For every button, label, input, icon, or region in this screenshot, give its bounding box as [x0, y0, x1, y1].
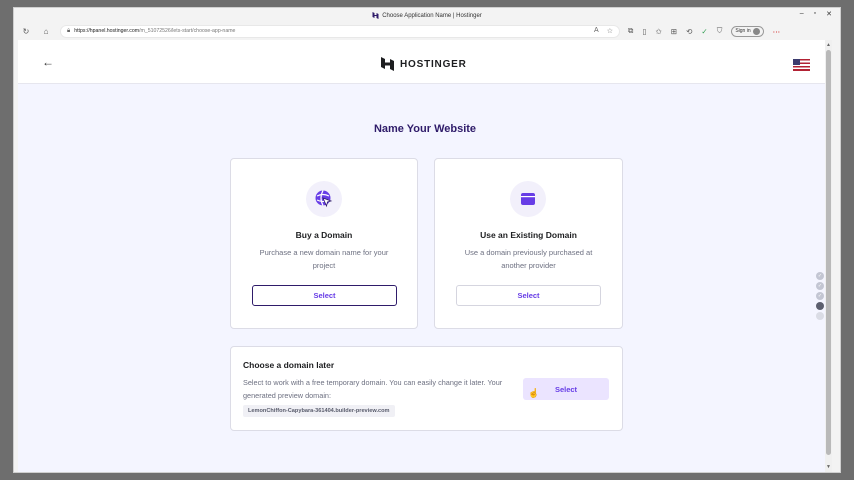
existing-domain-card[interactable]: Use an Existing Domain Use a domain prev…	[434, 158, 623, 329]
extension-green-icon[interactable]: ✓	[701, 27, 707, 36]
hostinger-favicon-icon	[372, 12, 379, 19]
favorite-star-icon[interactable]: ☆	[607, 27, 613, 35]
favorites-icon[interactable]: ✩	[656, 27, 662, 36]
url-host: https://hpanel.hostinger.com	[74, 28, 140, 34]
domain-globe-cursor-icon	[306, 181, 342, 217]
browser-window: Choose Application Name | Hostinger – ▫ …	[13, 7, 841, 473]
us-flag-icon[interactable]	[793, 59, 810, 71]
read-aloud-icon[interactable]: A	[594, 27, 599, 35]
buy-domain-card[interactable]: Buy a Domain Purchase a new domain name …	[230, 158, 418, 329]
page-title: Name Your Website	[373, 123, 477, 135]
step-completed-icon: ✓	[816, 282, 824, 290]
wallet-icon	[510, 181, 546, 217]
existing-domain-description: Use a domain previously purchased at ano…	[464, 248, 593, 270]
sign-in-label: Sign in	[735, 28, 751, 34]
window-controls: – ▫ ✕	[800, 10, 832, 18]
url-field[interactable]: 🔒︎ https://hpanel.hostinger.com/m_510725…	[60, 24, 620, 38]
progress-steps: ✓ ✓ ✓	[816, 272, 824, 320]
scrollbar-thumb[interactable]	[826, 50, 831, 455]
collections-icon[interactable]: ⊞	[671, 27, 677, 36]
address-bar-row: ↻ ⌂ 🔒︎ https://hpanel.hostinger.com/m_51…	[14, 23, 840, 39]
extensions-icon[interactable]: ⧉	[628, 26, 633, 36]
scroll-up-icon[interactable]: ▲	[826, 42, 831, 48]
url-path: /m_51072526/lets-start/choose-app-name	[139, 28, 236, 34]
existing-domain-select-button[interactable]: Select	[456, 285, 601, 306]
step-current-icon	[816, 302, 824, 310]
refresh-icon[interactable]: ↻	[20, 25, 32, 37]
domain-later-description: Select to work with a free temporary dom…	[243, 378, 503, 400]
buy-domain-title: Buy a Domain	[295, 230, 353, 240]
split-screen-icon[interactable]: ▯	[642, 27, 646, 36]
buy-domain-select-button[interactable]: Select	[252, 285, 397, 306]
tab-title: Choose Application Name | Hostinger	[382, 12, 482, 19]
step-completed-icon: ✓	[816, 292, 824, 300]
history-icon[interactable]: ⟲	[686, 27, 692, 36]
domain-later-card[interactable]: Choose a domain later Select to work wit…	[230, 346, 623, 431]
scroll-down-icon[interactable]: ▼	[826, 464, 831, 470]
page-content: ← HOSTINGER Name Your Website Buy a Doma…	[18, 40, 832, 472]
domain-later-title: Choose a domain later	[243, 360, 335, 370]
lock-icon: 🔒︎	[67, 27, 71, 34]
toolbar-icons: ⧉ ▯ ✩ ⊞ ⟲ ✓ ⛉ Sign in ⋯	[628, 25, 781, 37]
buy-domain-description: Purchase a new domain name for your proj…	[259, 248, 389, 270]
existing-domain-title: Use an Existing Domain	[480, 230, 577, 240]
home-icon[interactable]: ⌂	[40, 25, 52, 37]
hostinger-logo[interactable]: HOSTINGER	[381, 57, 467, 71]
hand-cursor-icon: ☝	[528, 388, 540, 398]
shield-icon[interactable]: ⛉	[717, 26, 723, 36]
preview-domain-badge: LemonChiffon-Capybara-361404.builder-pre…	[243, 405, 395, 417]
back-arrow-icon[interactable]: ←	[42, 55, 54, 69]
minimize-icon[interactable]: –	[800, 10, 804, 18]
site-header: ← HOSTINGER	[18, 40, 832, 84]
avatar	[752, 27, 760, 35]
sign-in-button[interactable]: Sign in	[731, 25, 764, 37]
hostinger-logo-icon	[381, 57, 394, 71]
more-menu-icon[interactable]: ⋯	[773, 27, 781, 36]
title-bar: Choose Application Name | Hostinger – ▫ …	[14, 8, 840, 23]
step-pending-icon	[816, 312, 824, 320]
maximize-icon[interactable]: ▫	[814, 10, 816, 18]
step-completed-icon: ✓	[816, 272, 824, 280]
close-icon[interactable]: ✕	[826, 10, 832, 18]
page-scrollbar[interactable]: ▲ ▼	[825, 40, 832, 472]
brand-name: HOSTINGER	[400, 58, 467, 70]
